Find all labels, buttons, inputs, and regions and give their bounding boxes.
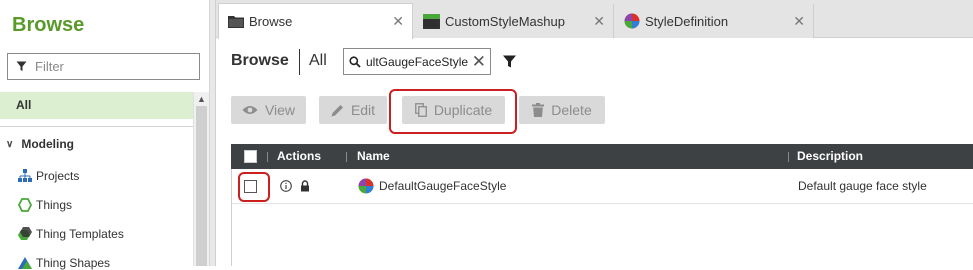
column-header-actions[interactable]: Actions — [277, 144, 321, 169]
sidebar-item-label: Thing Shapes — [36, 256, 111, 270]
lock-icon[interactable] — [300, 180, 310, 192]
filter-icon — [16, 61, 27, 71]
delete-button[interactable]: Delete — [519, 96, 605, 124]
section-label: Modeling — [21, 137, 74, 151]
eye-icon — [242, 106, 258, 114]
search-icon — [349, 55, 361, 68]
close-icon[interactable]: ✕ — [793, 13, 805, 30]
tab-customstylemashup[interactable]: CustomStyleMashup ✕ — [414, 4, 614, 38]
search-field[interactable]: ultGaugeFaceStyle ✕ — [343, 48, 491, 75]
sidebar-scrollbar[interactable]: ▲ — [193, 92, 209, 266]
sidebar-item-things[interactable]: Things — [18, 198, 72, 212]
sidebar: Browse All ▲ ∨ Modeling Projects Things — [0, 0, 210, 270]
checkbox-highlight — [238, 172, 270, 202]
sidebar-item-projects[interactable]: Projects — [18, 169, 79, 183]
view-button[interactable]: View — [231, 96, 306, 124]
sidebar-divider — [0, 126, 193, 127]
delete-label: Delete — [551, 102, 592, 118]
search-input[interactable]: ultGaugeFaceStyle — [366, 55, 468, 69]
scroll-up-icon[interactable]: ▲ — [197, 94, 206, 104]
trash-icon — [532, 103, 545, 117]
sidebar-item-all[interactable]: All — [0, 92, 193, 119]
clear-search-icon[interactable]: ✕ — [472, 52, 486, 72]
edit-label: Edit — [350, 102, 376, 118]
mashup-icon — [423, 13, 440, 29]
column-separator[interactable] — [346, 152, 347, 162]
scrollbar-thumb[interactable] — [196, 106, 207, 266]
advanced-filter-icon[interactable] — [503, 55, 516, 68]
view-label: View — [264, 102, 296, 118]
tab-label: StyleDefinition — [645, 13, 729, 29]
projects-icon — [18, 169, 32, 182]
page-title: Browse — [231, 52, 289, 69]
column-separator — [267, 152, 268, 162]
title-divider — [299, 49, 300, 75]
tab-label: CustomStyleMashup — [445, 13, 565, 29]
column-header-name[interactable]: Name — [357, 144, 390, 169]
style-definition-icon — [358, 178, 374, 194]
filter-input[interactable] — [35, 59, 185, 74]
tab-browse[interactable]: Browse ✕ — [218, 3, 413, 39]
tab-styledefinition[interactable]: StyleDefinition ✕ — [615, 4, 814, 38]
scope-label[interactable]: All — [309, 52, 327, 70]
sidebar-item-label: Things — [36, 198, 73, 212]
close-icon[interactable]: ✕ — [392, 13, 404, 30]
sidebar-item-label: Projects — [36, 169, 80, 183]
row-description: Default gauge face style — [798, 179, 927, 193]
select-all-checkbox[interactable] — [244, 150, 257, 163]
column-header-description[interactable]: Description — [797, 144, 863, 169]
filter-field[interactable] — [7, 53, 200, 80]
style-definition-icon — [624, 13, 640, 29]
tab-label: Browse — [249, 14, 293, 29]
info-icon[interactable] — [280, 180, 292, 192]
folder-icon — [228, 16, 244, 28]
duplicate-highlight — [389, 89, 517, 134]
thing-templates-icon — [18, 227, 32, 240]
sidebar-item-thing-templates[interactable]: Thing Templates — [18, 227, 124, 241]
tab-strip: Browse ✕ CustomStyleMashup ✕ StyleDefini… — [216, 0, 973, 39]
close-icon[interactable]: ✕ — [593, 13, 605, 30]
row-name-link[interactable]: DefaultGaugeFaceStyle — [379, 179, 506, 193]
sidebar-item-label: Thing Templates — [36, 227, 124, 241]
pane-splitter[interactable] — [210, 0, 216, 266]
column-separator[interactable] — [788, 152, 789, 162]
thing-shapes-icon — [18, 257, 32, 269]
edit-button[interactable]: Edit — [319, 96, 387, 124]
pencil-icon — [331, 104, 343, 116]
table-row[interactable]: DefaultGaugeFaceStyle Default gauge face… — [232, 169, 973, 204]
sidebar-title: Browse — [12, 14, 85, 36]
sidebar-item-thing-shapes[interactable]: Thing Shapes — [18, 256, 110, 270]
things-icon — [18, 198, 32, 212]
section-modeling[interactable]: ∨ Modeling — [6, 137, 74, 151]
chevron-down-icon: ∨ — [6, 138, 14, 150]
grid-header: Actions Name Description — [231, 144, 973, 169]
